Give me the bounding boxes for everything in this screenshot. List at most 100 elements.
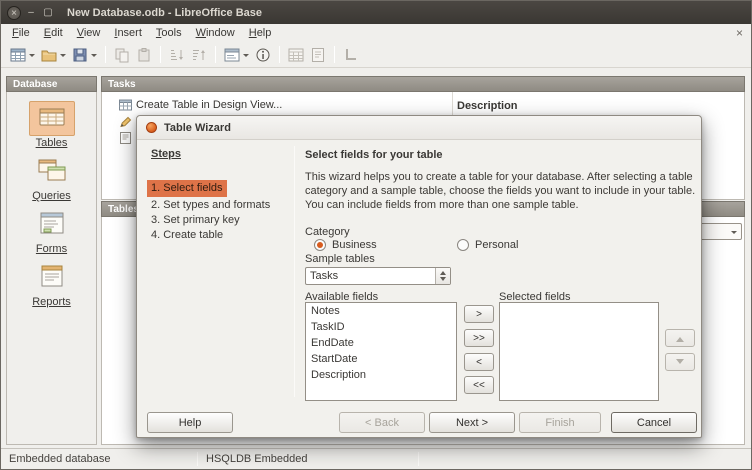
selected-fields-list[interactable] — [499, 302, 659, 401]
window-title: New Database.odb - LibreOffice Base — [67, 7, 262, 19]
task-create-table-design-view[interactable]: Create Table in Design View... — [119, 99, 282, 111]
move-left-button[interactable]: < — [464, 353, 494, 371]
toolbar — [1, 42, 751, 68]
menu-view[interactable]: View — [70, 24, 108, 42]
status-database-type: Embedded database — [1, 453, 197, 465]
copy-button[interactable] — [111, 44, 133, 66]
chevron-down-icon — [676, 359, 684, 368]
menu-tools[interactable]: Tools — [149, 24, 189, 42]
steps-list: 1. Select fields 2. Set types and format… — [147, 180, 274, 243]
titlebar: × – ▢ New Database.odb - LibreOffice Bas… — [1, 1, 751, 24]
sidebar-item-label: Tables — [36, 137, 68, 149]
database-panel-body: Tables Queries Forms Reports — [6, 92, 97, 445]
design-table-button[interactable] — [285, 44, 307, 66]
queries-iconbox — [29, 154, 75, 189]
sort-ascending-icon — [169, 47, 185, 63]
view-sheet-icon — [119, 132, 132, 144]
move-right-button[interactable]: > — [464, 305, 494, 323]
next-button[interactable]: Next > — [429, 412, 515, 433]
step-select-fields[interactable]: 1. Select fields — [147, 180, 227, 197]
sort-ascending-button[interactable] — [166, 44, 188, 66]
sidebar-item-queries[interactable]: Queries — [29, 154, 75, 202]
sidebar-item-tables[interactable]: Tables — [29, 101, 75, 149]
sample-tables-combobox[interactable]: Tasks — [305, 267, 451, 285]
spinner-icon[interactable] — [435, 268, 450, 284]
database-sidebar: Database Tables Queries Forms — [6, 76, 97, 445]
move-down-button[interactable] — [665, 353, 695, 371]
menu-window[interactable]: Window — [189, 24, 242, 42]
cancel-button[interactable]: Cancel — [611, 412, 697, 433]
list-item[interactable]: EndDate — [306, 335, 456, 351]
menu-help[interactable]: Help — [242, 24, 279, 42]
steps-header: Steps — [151, 148, 181, 160]
form-icon — [224, 47, 240, 63]
finish-button[interactable]: Finish — [519, 412, 601, 433]
new-table-button[interactable] — [7, 44, 38, 66]
table-design-icon — [119, 99, 132, 111]
personal-radio-label: Personal — [475, 239, 518, 251]
design-form-button[interactable] — [307, 44, 329, 66]
chevron-down-icon — [60, 54, 66, 60]
window-close-icon[interactable]: × — [7, 6, 21, 20]
chevron-down-icon — [91, 54, 97, 60]
back-button[interactable]: < Back — [339, 412, 425, 433]
list-item[interactable]: TaskID — [306, 319, 456, 335]
help-button[interactable]: Help — [147, 412, 233, 433]
business-radio-label: Business — [332, 239, 377, 251]
window-minimize-icon[interactable]: – — [24, 6, 38, 20]
menu-insert[interactable]: Insert — [107, 24, 149, 42]
move-all-right-button[interactable]: >> — [464, 329, 494, 347]
table-wizard-dialog: Table Wizard Steps 1. Select fields 2. S… — [136, 115, 702, 438]
chevron-down-icon — [440, 277, 446, 284]
reports-icon — [37, 264, 67, 288]
toolbar-separator — [105, 46, 106, 63]
app-window: × – ▢ New Database.odb - LibreOffice Bas… — [0, 0, 752, 470]
window-maximize-icon[interactable]: ▢ — [41, 6, 55, 20]
move-all-left-button[interactable]: << — [464, 376, 494, 394]
info-button[interactable] — [252, 44, 274, 66]
menu-edit[interactable]: Edit — [37, 24, 70, 42]
open-button[interactable] — [38, 44, 69, 66]
available-fields-list[interactable]: Notes TaskID EndDate StartDate Descripti… — [305, 302, 457, 401]
sidebar-item-label: Forms — [36, 243, 67, 255]
category-label: Category — [305, 226, 350, 238]
business-radio[interactable] — [314, 239, 326, 251]
table-wizard-icon — [146, 122, 157, 133]
open-icon — [41, 47, 57, 63]
forms-iconbox — [29, 207, 75, 242]
chevron-down-icon — [29, 54, 35, 60]
database-panel-header: Database — [6, 76, 97, 92]
dialog-titlebar[interactable]: Table Wizard — [137, 116, 701, 140]
personal-radio[interactable] — [457, 239, 469, 251]
tables-iconbox — [29, 101, 75, 136]
move-up-button[interactable] — [665, 329, 695, 347]
list-item[interactable]: Description — [306, 367, 456, 383]
sidebar-item-reports[interactable]: Reports — [29, 260, 75, 308]
tasks-panel-header: Tasks — [101, 76, 745, 92]
step-create-table[interactable]: 4. Create table — [147, 228, 227, 242]
sort-descending-button[interactable] — [188, 44, 210, 66]
content-title: Select fields for your table — [305, 149, 443, 161]
menu-file[interactable]: File — [5, 24, 37, 42]
relationships-button[interactable] — [340, 44, 362, 66]
toolbar-separator — [160, 46, 161, 63]
close-document-icon[interactable]: × — [736, 24, 743, 42]
toolbar-separator — [279, 46, 280, 63]
step-set-primary-key[interactable]: 3. Set primary key — [147, 213, 244, 227]
step-set-types[interactable]: 2. Set types and formats — [147, 198, 274, 212]
chevron-down-icon — [243, 54, 249, 60]
task-create-view[interactable] — [119, 132, 132, 144]
paste-button[interactable] — [133, 44, 155, 66]
radio-personal-row: Personal — [457, 239, 518, 251]
list-item[interactable]: Notes — [306, 303, 456, 319]
save-button[interactable] — [69, 44, 100, 66]
paste-icon — [136, 47, 152, 63]
radio-business-row: Business — [314, 239, 377, 251]
sidebar-item-label: Reports — [32, 296, 71, 308]
status-separator — [418, 452, 419, 466]
sidebar-item-forms[interactable]: Forms — [29, 207, 75, 255]
list-item[interactable]: StartDate — [306, 351, 456, 367]
form-button[interactable] — [221, 44, 252, 66]
task-use-wizard[interactable] — [119, 116, 132, 128]
chevron-up-icon — [676, 333, 684, 342]
